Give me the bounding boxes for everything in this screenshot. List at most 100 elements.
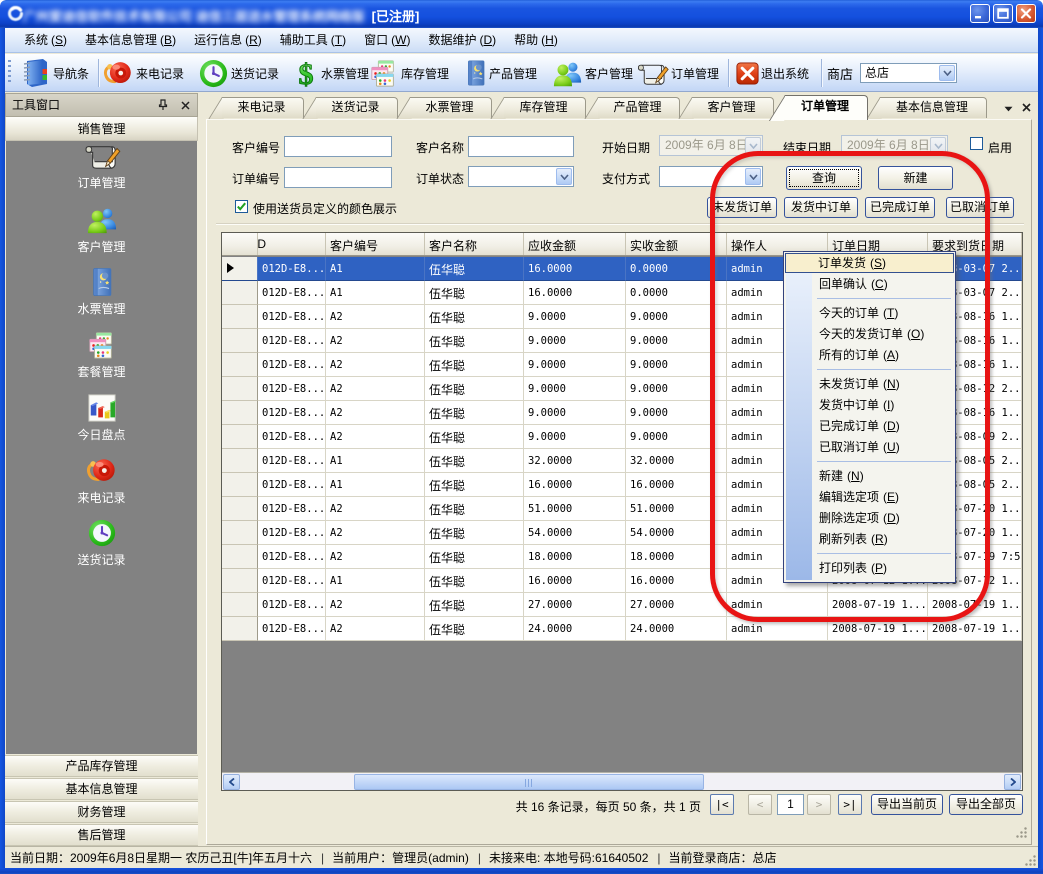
next-page-button[interactable]: > (807, 794, 831, 815)
tab-close-icon[interactable] (1022, 101, 1031, 115)
scrollbar-thumb[interactable] (354, 774, 704, 790)
row-selector-cell[interactable] (222, 257, 258, 281)
row-selector-cell[interactable] (222, 281, 258, 305)
row-selector-header[interactable] (222, 233, 258, 255)
tab[interactable]: 产品管理 (585, 97, 680, 118)
last-page-button[interactable]: >| (838, 794, 862, 815)
close-panel-button[interactable] (177, 97, 193, 113)
chevron-down-icon[interactable] (556, 168, 572, 185)
horizontal-scrollbar (222, 772, 1022, 790)
row-selector-cell[interactable] (222, 353, 258, 377)
menu-item[interactable]: 运行信息(R) (185, 30, 271, 51)
sidebar-item-order-mgmt[interactable]: 订单管理 (6, 141, 197, 191)
toolbar-water-ticket-button[interactable]: $ 水票管理 (293, 56, 369, 90)
row-selector-cell[interactable] (222, 401, 258, 425)
menu-item[interactable]: 辅助工具(T) (271, 30, 355, 51)
current-row-arrow-icon (227, 263, 234, 273)
row-selector-cell[interactable] (222, 617, 258, 641)
sidebar-section-button[interactable]: 财务管理 (5, 801, 198, 823)
export-all-pages-button[interactable]: 导出全部页 (949, 794, 1023, 815)
sidebar-section-header[interactable]: 销售管理 (5, 117, 198, 141)
row-selector-cell[interactable] (222, 545, 258, 569)
column-header-customer-name[interactable]: 客户名称 (425, 233, 524, 255)
customer-code-input[interactable] (284, 136, 392, 157)
cell-customer-name: 伍华聪 (425, 281, 524, 305)
toolbar-exit-button[interactable]: 退出系统 (736, 56, 809, 90)
minimize-button[interactable] (970, 4, 990, 23)
customer-name-input[interactable] (468, 136, 574, 157)
window-resize-grip[interactable] (1025, 855, 1036, 866)
menu-item[interactable]: 数据维护(D) (419, 30, 505, 51)
sidebar-item-customer-mgmt[interactable]: 客户管理 (6, 205, 197, 255)
row-selector-cell[interactable] (222, 473, 258, 497)
shop-select[interactable]: 总店 (860, 63, 957, 83)
pin-button[interactable] (155, 97, 171, 113)
column-header-id[interactable]: ID (258, 233, 326, 255)
tab[interactable]: 水票管理 (397, 97, 492, 118)
tab[interactable]: 送货记录 (303, 97, 398, 118)
toolbar-grip[interactable] (8, 60, 12, 85)
sidebar-item-delivery-log[interactable]: 送货记录 (6, 518, 197, 568)
row-selector-cell[interactable] (222, 329, 258, 353)
toolbar-order-button[interactable]: 订单管理 (636, 56, 719, 90)
column-header-customer-code[interactable]: 客户编号 (326, 233, 425, 255)
row-selector-cell[interactable] (222, 425, 258, 449)
menu-item[interactable]: 基本信息管理(B) (76, 30, 185, 51)
order-status-select[interactable] (468, 166, 574, 187)
tab[interactable]: 订单管理 (772, 95, 868, 120)
row-selector-cell[interactable] (222, 569, 258, 593)
tab[interactable]: 来电记录 (209, 97, 304, 118)
page-number-input[interactable]: 1 (777, 794, 804, 815)
close-button[interactable] (1016, 4, 1036, 23)
toolbar-call-log-button[interactable]: 来电记录 (103, 56, 184, 90)
menu-item[interactable]: 窗口(W) (355, 30, 419, 51)
prev-page-button[interactable]: < (748, 794, 772, 815)
toolbar-product-button[interactable]: 产品管理 (465, 56, 537, 90)
tool-window-header: 工具窗口 (5, 93, 198, 117)
tab[interactable]: 库存管理 (491, 97, 586, 118)
people-icon (552, 59, 583, 88)
tab-list-dropdown-icon[interactable] (1004, 101, 1013, 115)
row-selector-cell[interactable] (222, 377, 258, 401)
column-header-receivable[interactable]: 应收金额 (524, 233, 626, 255)
delivery-color-checkbox[interactable] (235, 200, 248, 213)
chevron-down-icon[interactable] (939, 65, 955, 81)
sidebar-item-package-mgmt[interactable]: 套餐管理 (6, 330, 197, 380)
sidebar-item-daily-check[interactable]: 今日盘点 (6, 393, 197, 443)
export-current-page-button[interactable]: 导出当前页 (871, 794, 943, 815)
tab[interactable]: 基本信息管理 (867, 97, 987, 118)
toolbar-separator (98, 59, 100, 87)
cell-customer-code: A2 (326, 521, 425, 545)
order-code-input[interactable] (284, 167, 392, 188)
cell-customer-code: A1 (326, 473, 425, 497)
row-selector-cell[interactable] (222, 593, 258, 617)
row-selector-cell[interactable] (222, 305, 258, 329)
status-segment: 当前登录商店：总店 (648, 849, 776, 866)
cell-receivable: 16.0000 (524, 473, 626, 497)
sidebar-section-button[interactable]: 产品库存管理 (5, 755, 198, 777)
column-header-receivable-label: 应收金额 (528, 239, 576, 253)
svg-text:$: $ (299, 58, 314, 89)
row-selector-cell[interactable] (222, 497, 258, 521)
toolbar-inventory-button[interactable]: 库存管理 (369, 56, 449, 90)
window-border (0, 868, 1043, 874)
scroll-left-button[interactable] (223, 774, 240, 790)
row-selector-cell[interactable] (222, 521, 258, 545)
first-page-button[interactable]: |< (710, 794, 734, 815)
pagination-bar: 共 16 条记录，每页 50 条，共 1 页 |< < 1 > >| 导出当前页… (207, 792, 1031, 818)
sidebar-item-call-log[interactable]: 来电记录 (6, 456, 197, 506)
sidebar-item-water-ticket-mgmt[interactable]: 水票管理 (6, 267, 197, 317)
toolbar-customer-button[interactable]: 客户管理 (552, 56, 633, 90)
enable-date-checkbox[interactable] (970, 137, 983, 150)
toolbar-navigator-button[interactable]: 导航条 (19, 56, 89, 90)
toolbar-delivery-log-button[interactable]: 送货记录 (198, 56, 279, 90)
resize-grip[interactable] (1016, 827, 1027, 838)
sidebar-section-button[interactable]: 售后管理 (5, 824, 198, 846)
menu-item[interactable]: 帮助(H) (505, 30, 567, 51)
tab[interactable]: 客户管理 (679, 97, 774, 118)
maximize-button[interactable] (993, 4, 1013, 23)
scroll-right-button[interactable] (1004, 774, 1021, 790)
menu-item[interactable]: 系统(S) (15, 30, 76, 51)
sidebar-section-button[interactable]: 基本信息管理 (5, 778, 198, 800)
row-selector-cell[interactable] (222, 449, 258, 473)
